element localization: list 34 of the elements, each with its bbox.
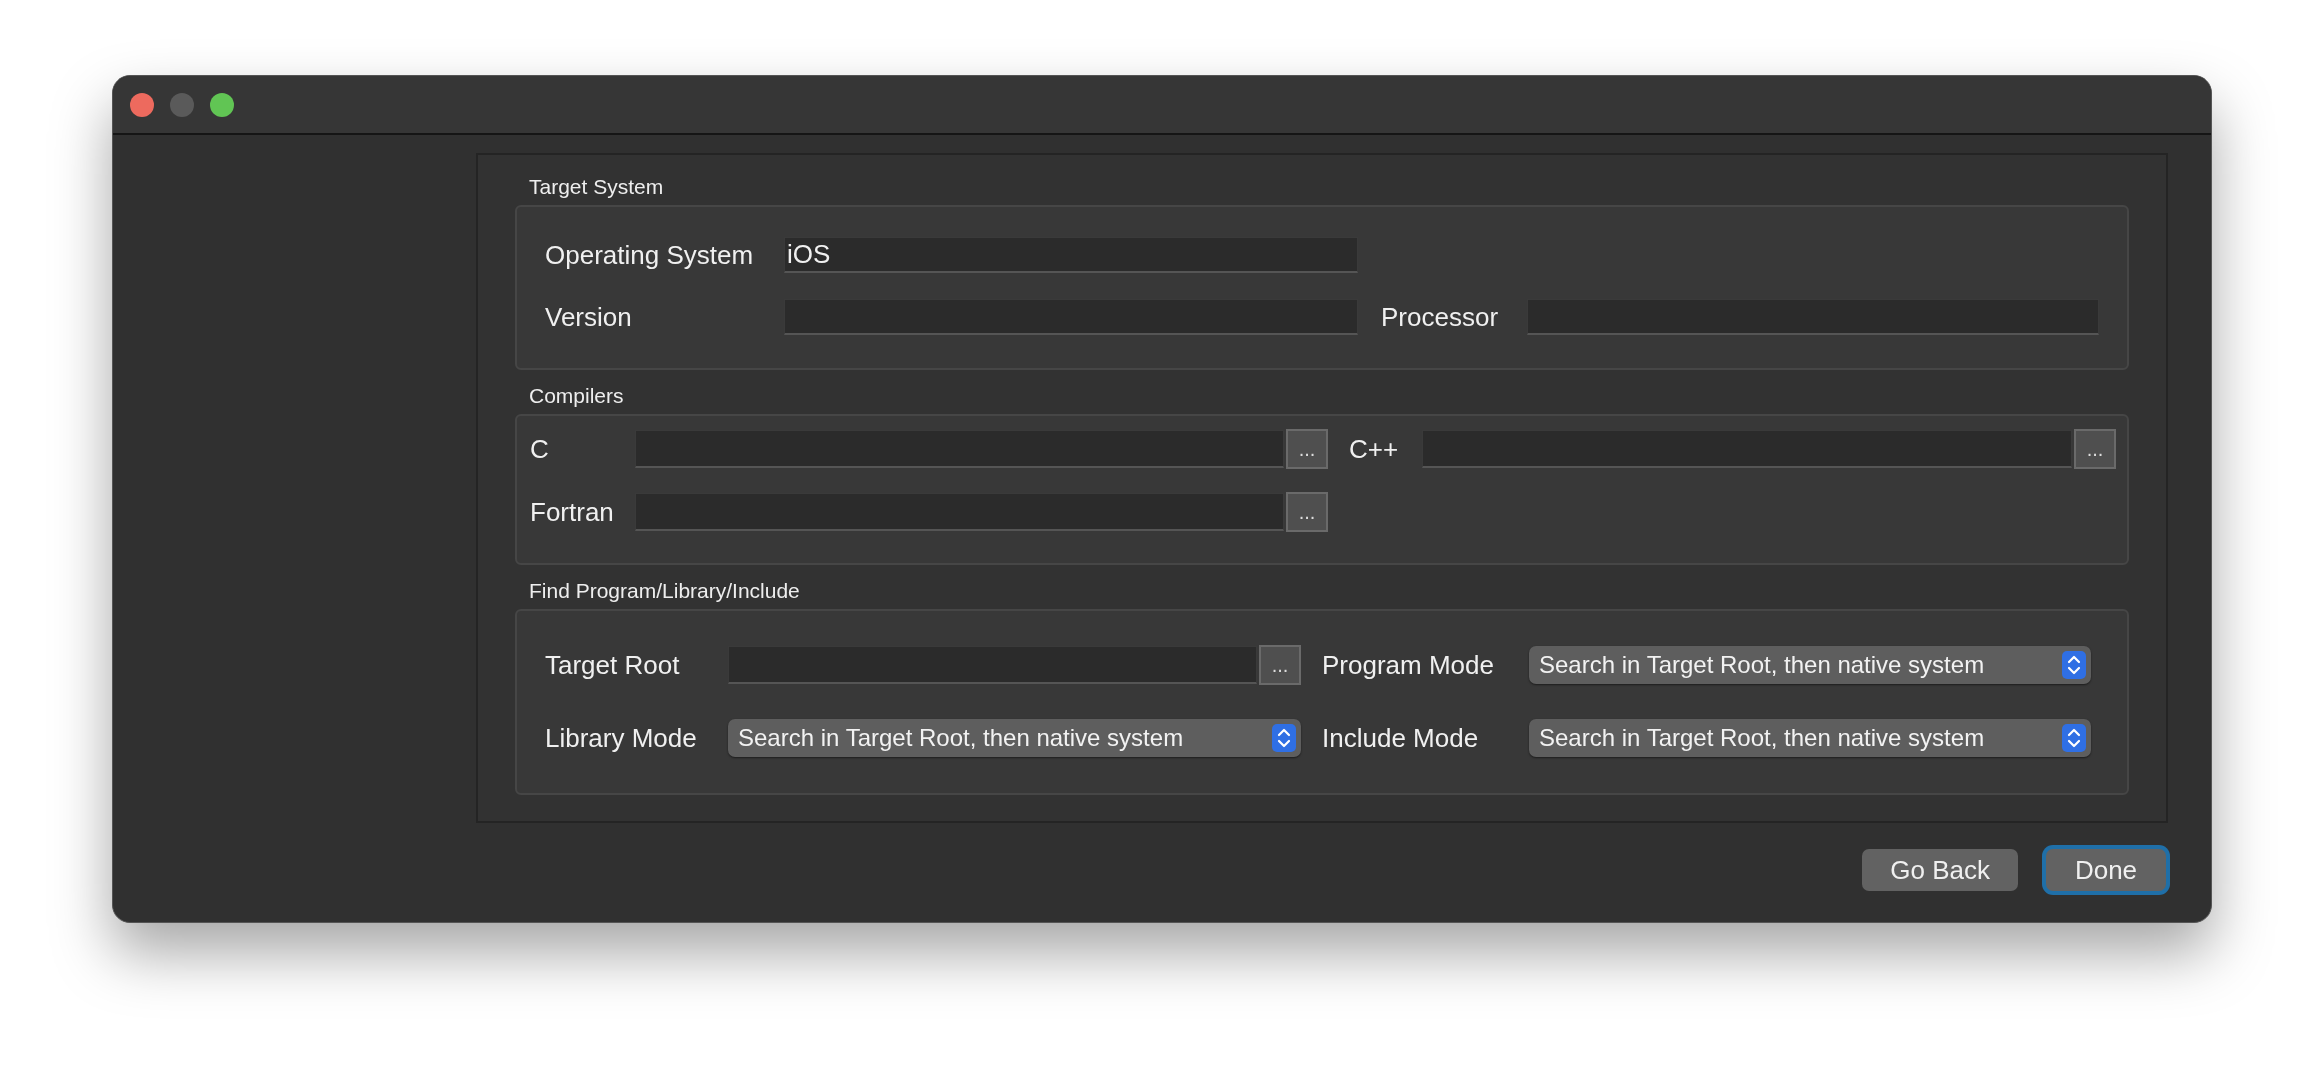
path-field[interactable] — [635, 493, 1284, 531]
browse-button[interactable]: ... — [1286, 429, 1328, 469]
field-label: Program Mode — [1322, 649, 1495, 681]
stepper-icon — [1272, 724, 1296, 752]
field-label: Include Mode — [1322, 722, 1480, 754]
browse-button[interactable]: ... — [1259, 645, 1301, 685]
minimize-icon[interactable] — [170, 92, 194, 117]
group-title: Compilers — [528, 384, 625, 408]
dialog-button[interactable]: Go Back — [1862, 849, 2018, 891]
close-icon[interactable] — [130, 92, 154, 117]
browse-button[interactable]: ... — [1286, 492, 1328, 532]
mode-dropdown[interactable]: Search in Target Root, then native system — [728, 719, 1301, 757]
mode-dropdown[interactable]: Search in Target Root, then native system — [1529, 719, 2091, 757]
zoom-icon[interactable] — [210, 92, 234, 117]
path-field[interactable] — [728, 646, 1257, 684]
field-label: Fortran — [530, 496, 614, 528]
field-label: Version — [545, 301, 633, 333]
path-field[interactable] — [1422, 430, 2072, 468]
field-label: Library Mode — [545, 722, 698, 754]
path-field[interactable] — [635, 430, 1284, 468]
field-label: Processor — [1381, 301, 1500, 333]
group-title: Target System — [528, 175, 665, 199]
stepper-icon — [2062, 651, 2086, 679]
text-field[interactable]: iOS — [784, 237, 1358, 273]
field-label: C — [530, 433, 550, 465]
text-field[interactable] — [784, 299, 1358, 335]
field-label: Operating System — [545, 239, 755, 271]
mode-dropdown[interactable]: Search in Target Root, then native system — [1529, 646, 2091, 684]
text-field[interactable] — [1527, 299, 2099, 335]
group-title: Find Program/Library/Include — [528, 579, 801, 603]
stepper-icon — [2062, 724, 2086, 752]
field-label: C++ — [1349, 433, 1400, 465]
field-label: Target Root — [545, 649, 681, 681]
browse-button[interactable]: ... — [2074, 429, 2116, 469]
